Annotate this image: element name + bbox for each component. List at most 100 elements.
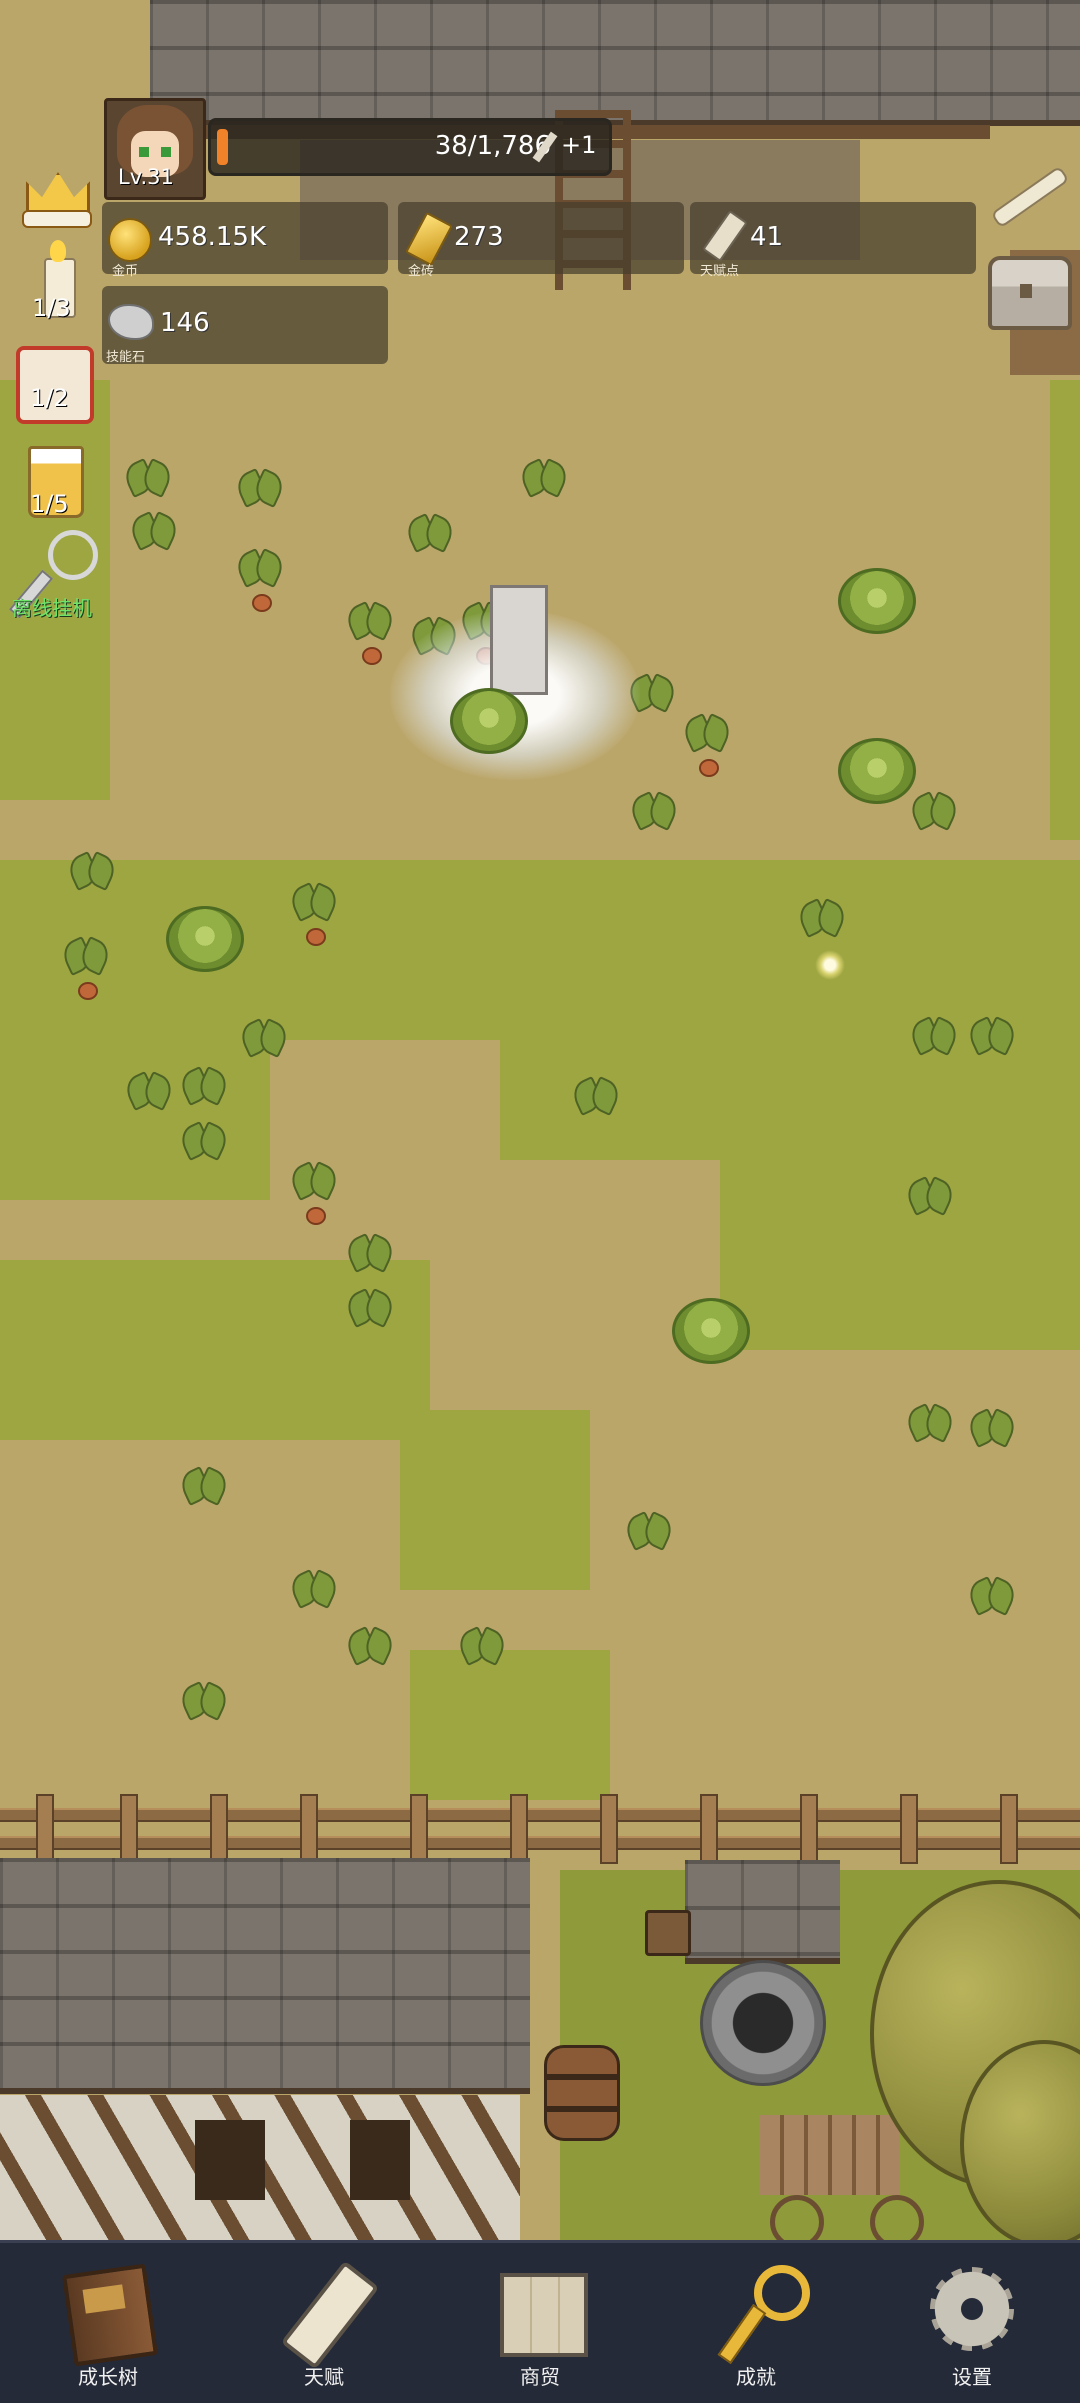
crop: [406, 517, 454, 561]
crop: [346, 605, 394, 665]
candle-button[interactable]: 1/3: [22, 240, 94, 330]
crop: [236, 552, 284, 612]
well-roof: [685, 1860, 840, 1964]
candle-count: 1/3: [32, 294, 71, 322]
cart-wheel: [770, 2195, 824, 2240]
treasure-chest-button[interactable]: [984, 248, 1074, 332]
chest-lock: [1020, 284, 1032, 298]
crown-base: [22, 210, 92, 228]
beer-button[interactable]: 1/5: [22, 440, 94, 526]
talent-points-panel[interactable]: 41 天赋点: [690, 202, 976, 279]
nav-achievement[interactable]: 成就: [648, 2243, 864, 2403]
skill-stone-value: 146: [160, 308, 210, 338]
crown-button[interactable]: [20, 160, 92, 228]
bone-icon: [990, 165, 1070, 229]
crop: [346, 1237, 394, 1281]
crop: [906, 1407, 954, 1451]
grass-patch: [410, 1650, 610, 1800]
crop: [520, 462, 568, 506]
gold-brick-value: 273: [454, 222, 504, 252]
skill-stone-label: 技能石: [106, 350, 146, 365]
nav-talent[interactable]: 天赋: [216, 2243, 432, 2403]
crop: [968, 1020, 1016, 1064]
crop: [910, 1020, 958, 1064]
crop: [180, 1070, 228, 1114]
nav-label: 成长树: [78, 2365, 138, 2389]
fence-post: [1000, 1794, 1018, 1864]
crop: [630, 795, 678, 839]
cart-wheel: [870, 2195, 924, 2240]
gold-panel[interactable]: 458.15K 金币: [102, 202, 388, 279]
stone-pillar[interactable]: [490, 585, 548, 695]
cart: [760, 2115, 900, 2195]
fence-post: [210, 1794, 228, 1864]
crop: [236, 472, 284, 516]
nav-settings[interactable]: 设置: [864, 2243, 1080, 2403]
player-level: Lv.31: [118, 165, 174, 189]
nav-label: 设置: [952, 2365, 992, 2389]
beer-count: 1/5: [30, 490, 69, 518]
gold-brick-panel[interactable]: 273 金砖: [398, 202, 684, 279]
book-icon: [58, 2263, 158, 2367]
well[interactable]: [700, 1960, 826, 2086]
talent-points-label: 天赋点: [700, 264, 740, 279]
fence-rail: [0, 1808, 1080, 1822]
talent-scroll-icon: [702, 210, 748, 262]
exp-bonus: +1: [561, 131, 597, 159]
house-roof: [0, 1858, 530, 2094]
crop: [683, 717, 731, 777]
barrel: [544, 2045, 620, 2141]
crop: [572, 1080, 620, 1124]
house-door: [195, 2120, 265, 2200]
grass-patch: [0, 1040, 270, 1200]
nav-trade[interactable]: 商贸: [432, 2243, 648, 2403]
key-icon: [48, 530, 98, 580]
dice-button[interactable]: 1/2: [16, 346, 94, 424]
idle-label: 离线挂机: [12, 596, 92, 620]
grass-patch: [720, 1150, 1080, 1350]
bone-button[interactable]: [978, 150, 1070, 240]
cabbage: [838, 738, 916, 804]
map-icon: [490, 2263, 590, 2359]
fence-post: [700, 1794, 718, 1864]
grass-patch: [0, 1260, 430, 1440]
grass-patch: [1050, 380, 1080, 840]
crop: [906, 1180, 954, 1224]
fence-post: [510, 1794, 528, 1864]
crop: [968, 1580, 1016, 1624]
crop: [290, 1573, 338, 1617]
cabbage: [450, 688, 528, 754]
dice-count: 1/2: [30, 384, 69, 412]
fence-post: [36, 1794, 54, 1864]
crop: [290, 1165, 338, 1225]
talent-points-value: 41: [750, 222, 784, 252]
crop: [625, 1515, 673, 1559]
crop: [458, 1630, 506, 1674]
fence-post: [800, 1794, 818, 1864]
crop: [346, 1630, 394, 1674]
skill-stone-panel[interactable]: 146 技能石: [102, 286, 388, 365]
gold-value: 458.15K: [158, 222, 267, 252]
grass-patch: [0, 860, 1080, 1040]
barn-roof: [150, 0, 1080, 126]
fence-post: [410, 1794, 428, 1864]
skill-stone-icon: [108, 304, 154, 340]
bucket: [645, 1910, 691, 1956]
bottom-nav: 成长树 天赋 商贸 成就 设置: [0, 2240, 1080, 2403]
idle-button[interactable]: 离线挂机: [8, 530, 108, 620]
crop: [180, 1470, 228, 1514]
fence-post: [300, 1794, 318, 1864]
crop: [240, 1022, 288, 1066]
crop: [290, 886, 338, 946]
gold-brick-icon: [404, 211, 454, 267]
sparkle: [815, 950, 845, 980]
crop: [180, 1685, 228, 1729]
crop: [910, 795, 958, 839]
exp-bar: 38/1,786 +1: [208, 118, 612, 176]
fence-post: [900, 1794, 918, 1864]
avatar-eye: [139, 147, 149, 157]
house-door: [350, 2120, 410, 2200]
crop: [68, 855, 116, 899]
nav-growth-tree[interactable]: 成长树: [0, 2243, 216, 2403]
gold-brick-label: 金砖: [408, 264, 435, 279]
